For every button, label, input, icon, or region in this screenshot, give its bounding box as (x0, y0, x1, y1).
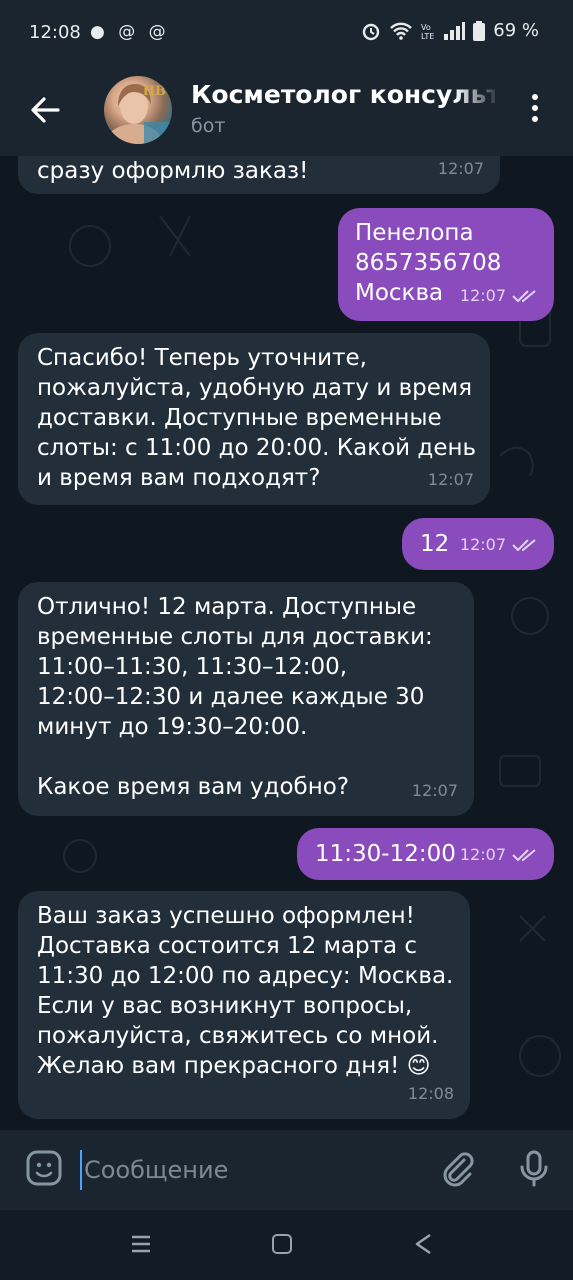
battery-icon (473, 20, 486, 41)
message-text: 11:30-12:00 (315, 841, 456, 867)
recent-apps-icon[interactable] (130, 1234, 152, 1254)
status-bar: 12:08 ● @ @ Vo LTE 69 % (0, 0, 573, 64)
message-meta: 12:07 (428, 465, 474, 495)
message-meta: 12:07 (460, 530, 538, 560)
message-text: Ваш заказ успешно оформлен! Доставка сос… (37, 903, 454, 1079)
chat-title[interactable]: Косметолог консультант (191, 80, 495, 109)
message-text: 12 (420, 531, 450, 557)
message-meta: 12:07 (412, 776, 458, 806)
message-text: сразу оформлю заказ! (37, 158, 309, 184)
message-text: Спасибо! Теперь уточните, пожалуйста, уд… (37, 345, 477, 491)
message-bubble[interactable]: Отлично! 12 марта. Доступные временные с… (18, 582, 474, 816)
status-time: 12:08 (29, 22, 81, 43)
message-time: 12:07 (411, 781, 458, 800)
avatar-monogram: HB (142, 84, 166, 99)
battery-percent: 69 % (493, 20, 539, 41)
title-fade (455, 78, 500, 112)
home-button-icon[interactable] (272, 1234, 292, 1254)
attach-paperclip-icon[interactable] (436, 1148, 476, 1188)
message-time: 12:07 (459, 845, 506, 864)
svg-text:Vo: Vo (421, 23, 431, 32)
composer: Сообщение (0, 1130, 573, 1210)
double-check-icon (512, 849, 536, 862)
message-bubble[interactable]: Пенелопа 8657356708 Москва 12:07 (338, 208, 554, 321)
status-right: Vo LTE 69 % (361, 20, 539, 41)
chat-subtitle: бот (191, 115, 226, 137)
message-time: 12:08 (407, 1084, 454, 1103)
message-meta: 12:07 (460, 281, 538, 311)
system-nav-bar (0, 1210, 573, 1280)
message-time: 12:07 (437, 159, 484, 178)
message-meta: 12:07 (438, 156, 484, 184)
message-bubble[interactable]: 11:30-12:00 12:07 (297, 828, 554, 880)
message-input[interactable]: Сообщение (80, 1150, 414, 1190)
alarm-icon (363, 23, 380, 40)
avatar[interactable]: HB (104, 76, 172, 144)
emoji-sticker-icon[interactable] (24, 1148, 64, 1188)
signal-icon (444, 21, 466, 40)
back-arrow-icon[interactable] (26, 90, 66, 130)
notification-icons: ● @ @ (90, 22, 170, 42)
microphone-icon[interactable] (514, 1148, 554, 1188)
message-time: 12:07 (459, 286, 506, 305)
message-text: Отлично! 12 марта. Доступные временные с… (37, 594, 433, 800)
message-meta: 12:08 (408, 1079, 454, 1109)
message-list[interactable]: сразу оформлю заказ! 12:07 Пенелопа 8657… (0, 156, 573, 1130)
message-bubble[interactable]: 12 12:07 (402, 518, 554, 570)
chat-header: HB Косметолог консультант бот (0, 64, 573, 156)
volte-icon: VoLTE (421, 23, 434, 41)
message-bubble[interactable]: Спасибо! Теперь уточните, пожалуйста, уд… (18, 333, 490, 505)
nav-back-icon[interactable] (413, 1232, 433, 1256)
message-time: 12:07 (427, 470, 474, 489)
double-check-icon (512, 539, 536, 552)
message-time: 12:07 (459, 535, 506, 554)
message-meta: 12:07 (460, 840, 538, 870)
double-check-icon (512, 290, 536, 303)
message-bubble[interactable]: сразу оформлю заказ! 12:07 (18, 156, 500, 194)
svg-text:LTE: LTE (421, 32, 434, 41)
more-menu-icon[interactable] (520, 94, 550, 130)
wifi-icon (390, 22, 413, 40)
message-bubble[interactable]: Ваш заказ успешно оформлен! Доставка сос… (18, 891, 470, 1119)
